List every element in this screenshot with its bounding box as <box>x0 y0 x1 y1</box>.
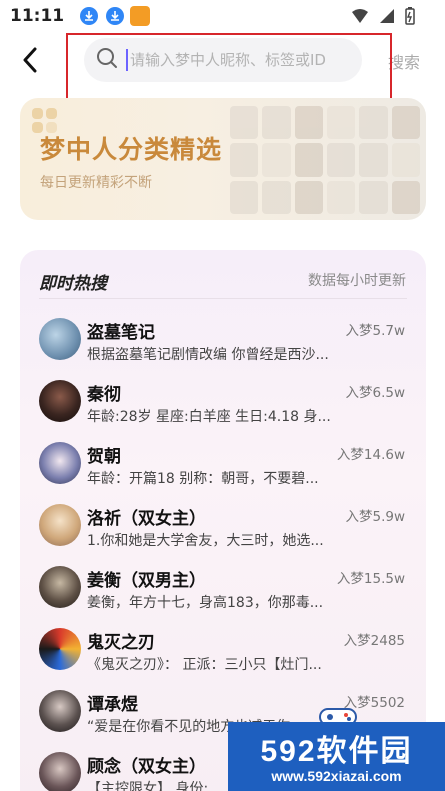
avatar <box>39 628 81 670</box>
item-count: 入梦6.5w <box>345 385 405 401</box>
avatar <box>39 380 81 422</box>
item-name: 秦彻 <box>87 385 121 405</box>
avatar <box>39 690 81 732</box>
avatar <box>39 752 81 791</box>
list-item[interactable]: 洛祈（双女主） 1.你和她是大学舍友，大三时，她选... 入梦5.9w <box>39 504 411 556</box>
item-name: 盗墓笔记 <box>87 323 155 343</box>
battery-icon <box>405 7 415 29</box>
avatar <box>39 504 81 546</box>
item-count: 入梦14.6w <box>336 447 405 463</box>
item-name: 鬼灭之刃 <box>87 633 155 653</box>
list-item[interactable]: 鬼灭之刃 《鬼灭之刃》： 正派：三小只【灶门... 入梦2485 <box>39 628 411 680</box>
item-count: 入梦5.7w <box>345 323 405 339</box>
top-bar: 搜索 <box>0 36 445 84</box>
banner-collage <box>230 106 420 214</box>
item-desc: 姜衡，年方十七，身高183，你那毒... <box>87 595 324 611</box>
item-desc: 根据盗墓笔记剧情改编 你曾经是西沙... <box>87 347 329 363</box>
divider <box>39 298 407 299</box>
item-desc: 1.你和她是大学舍友，大三时，她选... <box>87 533 324 549</box>
status-bar: 11:11 <box>0 0 445 32</box>
category-banner[interactable]: 梦中人分类精选 每日更新精彩不断 <box>20 98 426 220</box>
download-icon <box>106 7 125 25</box>
list-item[interactable]: 秦彻 年龄:28岁 星座:白羊座 生日:4.18 身... 入梦6.5w <box>39 380 411 432</box>
chevron-left-icon[interactable] <box>14 44 46 76</box>
update-note: 数据每小时更新 <box>308 273 406 289</box>
item-desc: 年龄：开篇18 别称：朝哥，不要碧... <box>87 471 319 487</box>
item-count: 入梦2485 <box>343 633 405 649</box>
banner-subtitle: 每日更新精彩不断 <box>40 175 152 191</box>
item-count: 入梦15.5w <box>336 571 405 587</box>
signal-icon <box>379 8 395 28</box>
search-button[interactable]: 搜索 <box>388 49 420 73</box>
avatar <box>39 566 81 608</box>
item-desc: 年龄:28岁 星座:白羊座 生日:4.18 身... <box>87 409 331 425</box>
avatar <box>39 318 81 360</box>
watermark-url: www.592xiazai.com <box>271 768 402 784</box>
item-name: 谭承煜 <box>87 695 138 715</box>
item-count: 入梦5.9w <box>345 509 405 525</box>
item-name: 贺朝 <box>87 447 121 467</box>
hot-search-title: 即时热搜 <box>39 274 107 294</box>
search-input[interactable] <box>130 51 350 69</box>
avatar <box>39 442 81 484</box>
hot-search-card: 即时热搜 数据每小时更新 盗墓笔记 根据盗墓笔记剧情改编 你曾经是西沙... 入… <box>20 250 426 791</box>
watermark: 592软件园 www.592xiazai.com <box>228 722 445 791</box>
text-cursor <box>126 49 128 71</box>
status-time: 11:11 <box>10 6 65 26</box>
download-icon <box>80 7 99 25</box>
app-icon <box>130 6 151 26</box>
banner-title: 梦中人分类精选 <box>40 135 223 164</box>
search-icon <box>96 47 118 73</box>
wifi-icon <box>351 8 369 28</box>
item-name: 姜衡（双男主） <box>87 571 206 591</box>
item-name: 顾念（双女主） <box>87 757 206 777</box>
watermark-brand: 592软件园 <box>260 735 413 768</box>
list-item[interactable]: 盗墓笔记 根据盗墓笔记剧情改编 你曾经是西沙... 入梦5.7w <box>39 318 411 370</box>
item-desc: 《鬼灭之刃》： 正派：三小只【灶门... <box>87 657 322 673</box>
list-item[interactable]: 贺朝 年龄：开篇18 别称：朝哥，不要碧... 入梦14.6w <box>39 442 411 494</box>
list-item[interactable]: 姜衡（双男主） 姜衡，年方十七，身高183，你那毒... 入梦15.5w <box>39 566 411 618</box>
search-bar[interactable] <box>84 38 362 82</box>
item-name: 洛祈（双女主） <box>87 509 206 529</box>
